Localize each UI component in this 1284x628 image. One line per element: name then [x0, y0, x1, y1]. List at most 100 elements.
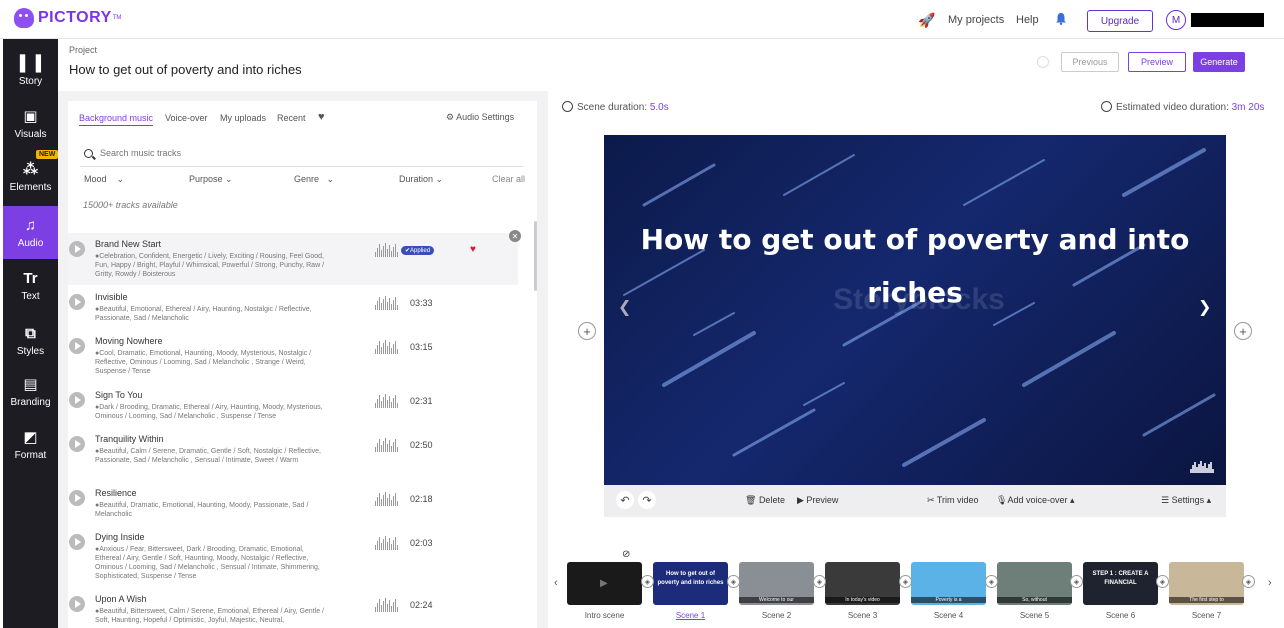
layers-icon[interactable]: ◈: [813, 575, 826, 588]
pictory-logo[interactable]: PICTORY TM: [14, 8, 121, 28]
logo-trademark: TM: [112, 15, 122, 21]
redo-icon[interactable]: ↷: [638, 491, 656, 509]
strip-scroll-right-icon[interactable]: ›: [1268, 577, 1272, 589]
delete-button[interactable]: 🗑 Delete: [745, 495, 785, 506]
layers-icon[interactable]: ◈: [1156, 575, 1169, 588]
sidebar-item-visuals[interactable]: ▣ Visuals: [3, 97, 58, 150]
play-icon[interactable]: [69, 490, 85, 506]
track-row[interactable]: Tranquility Within ●Beautiful, Calm / Se…: [68, 428, 518, 480]
play-icon[interactable]: [69, 436, 85, 452]
track-row[interactable]: Moving Nowhere ●Cool, Dramatic, Emotiona…: [68, 330, 518, 382]
track-row[interactable]: Upon A Wish ●Beautiful, Bittersweet, Cal…: [68, 588, 518, 628]
play-icon[interactable]: [69, 338, 85, 354]
layers-icon[interactable]: ◈: [1070, 575, 1083, 588]
layers-icon[interactable]: ◈: [727, 575, 740, 588]
scene-thumbnail-intro[interactable]: ▶: [567, 562, 642, 605]
preview-button[interactable]: Preview: [1128, 52, 1186, 72]
strip-scroll-left-icon[interactable]: ‹: [554, 577, 558, 589]
add-scene-after-icon[interactable]: +: [1234, 322, 1252, 340]
search-input[interactable]: [100, 148, 500, 158]
sliders-icon: ☰: [1161, 495, 1172, 505]
waveform-bar: [387, 444, 388, 452]
waveform-bar: [393, 344, 394, 354]
chevron-left-icon[interactable]: ❮: [618, 297, 631, 317]
help-link[interactable]: Help: [1016, 14, 1039, 26]
generate-button[interactable]: Generate: [1193, 52, 1245, 72]
video-preview[interactable]: Storyblocks How to get out of poverty an…: [604, 135, 1226, 485]
track-tags: ●Anxious / Fear, Bittersweet, Dark / Bro…: [95, 546, 320, 580]
sidebar-item-label: Story: [18, 75, 43, 87]
tab-my-uploads[interactable]: My uploads: [220, 113, 266, 123]
layers-icon[interactable]: ◈: [985, 575, 998, 588]
scene-thumbnail-6[interactable]: STEP 1 : CREATE A FINANCIAL: [1083, 562, 1158, 605]
project-title[interactable]: How to get out of poverty and into riche…: [69, 62, 302, 77]
purpose-filter[interactable]: Purpose ⌄: [189, 174, 233, 185]
favorites-heart-icon[interactable]: ♥: [318, 111, 325, 123]
clock-icon: [562, 101, 573, 112]
sidebar-item-story[interactable]: ▌▐ Story: [3, 44, 58, 97]
track-tags: ●Dark / Brooding, Dramatic, Ethereal / A…: [95, 404, 323, 420]
scene-thumbnail-5[interactable]: So, without: [997, 562, 1072, 605]
sidebar-item-format[interactable]: ◩ Format: [3, 418, 58, 471]
add-voiceover-button[interactable]: 🎙Add voice-over ▴: [996, 495, 1075, 506]
track-row[interactable]: Brand New Start ●Celebration, Confident,…: [68, 230, 521, 285]
user-avatar[interactable]: M: [1166, 10, 1186, 30]
scene-settings-button[interactable]: ☰ Settings ▴: [1161, 495, 1211, 506]
upgrade-button[interactable]: Upgrade: [1087, 10, 1153, 32]
waveform-bar: [375, 501, 376, 506]
scene-thumbnail-3[interactable]: In today's video: [825, 562, 900, 605]
waveform-bar: [385, 536, 386, 550]
previous-button[interactable]: Previous: [1061, 52, 1119, 72]
layers-icon[interactable]: ◈: [899, 575, 912, 588]
scene-duration-value[interactable]: 5.0s: [650, 102, 669, 113]
hidden-eye-icon[interactable]: ⊘: [622, 549, 630, 560]
waveform-bar: [381, 445, 382, 452]
scene-thumbnail-2[interactable]: Welcome to our: [739, 562, 814, 605]
trim-video-button[interactable]: ✂ Trim video: [927, 495, 979, 506]
track-tags: ●Beautiful, Calm / Serene, Dramatic, Gen…: [95, 448, 321, 464]
redacted-username[interactable]: [1191, 13, 1264, 27]
project-label: Project: [69, 45, 98, 55]
music-note-icon: ♫: [24, 216, 37, 234]
add-scene-before-icon[interactable]: +: [578, 322, 596, 340]
audio-settings-button[interactable]: ⚙ Audio Settings: [446, 112, 514, 123]
track-duration: 03:33: [410, 298, 433, 308]
video-title-text[interactable]: How to get out of poverty and into riche…: [604, 213, 1226, 319]
sidebar-item-audio[interactable]: ♫ Audio: [3, 206, 58, 259]
duration-filter[interactable]: Duration ⌄: [399, 174, 443, 185]
layers-icon[interactable]: ◈: [641, 575, 654, 588]
sidebar-item-text[interactable]: Tr Text: [3, 259, 58, 312]
my-projects-link[interactable]: My projects: [948, 14, 1004, 26]
remove-track-icon[interactable]: ✕: [509, 230, 521, 242]
genre-filter[interactable]: Genre ⌄: [294, 174, 334, 185]
chevron-down-icon: ⌄: [433, 174, 444, 184]
scene-thumbnail-4[interactable]: Poverty is a: [911, 562, 986, 605]
undo-icon[interactable]: ↶: [616, 491, 634, 509]
play-icon[interactable]: [69, 392, 85, 408]
tab-background-music[interactable]: Background music: [79, 113, 154, 126]
layers-icon[interactable]: ◈: [1242, 575, 1255, 588]
sidebar-item-elements[interactable]: NEW ⁂ Elements: [3, 150, 59, 203]
favorite-heart-icon[interactable]: ♥: [470, 244, 476, 255]
track-row[interactable]: Dying Inside ●Anxious / Fear, Bitterswee…: [68, 526, 518, 580]
play-icon[interactable]: [69, 534, 85, 550]
scene-thumbnail-1[interactable]: How to get out of poverty and into riche…: [653, 562, 728, 605]
clear-all-link[interactable]: Clear all: [492, 174, 525, 184]
tab-recent[interactable]: Recent: [277, 113, 306, 123]
waveform-bar: [397, 305, 398, 310]
scene-label[interactable]: Scene 1: [653, 611, 728, 620]
tab-voice-over[interactable]: Voice-over: [165, 113, 208, 123]
rocket-icon[interactable]: 🚀: [918, 12, 935, 29]
scene-thumbnail-7[interactable]: The first step to: [1169, 562, 1244, 605]
chevron-right-icon[interactable]: ❯: [1198, 297, 1211, 317]
waveform-bar: [389, 440, 390, 452]
mood-filter[interactable]: Mood ⌄: [84, 174, 124, 185]
notification-bell-icon[interactable]: [1055, 12, 1067, 25]
play-icon[interactable]: [69, 294, 85, 310]
sidebar-item-branding[interactable]: ▤ Branding: [3, 365, 58, 418]
scrollbar[interactable]: [534, 221, 537, 291]
sidebar-item-styles[interactable]: ⧉ Styles: [3, 314, 58, 367]
play-icon[interactable]: [69, 241, 85, 257]
play-icon[interactable]: [69, 596, 85, 612]
scene-preview-button[interactable]: ▶ Preview: [797, 495, 838, 506]
